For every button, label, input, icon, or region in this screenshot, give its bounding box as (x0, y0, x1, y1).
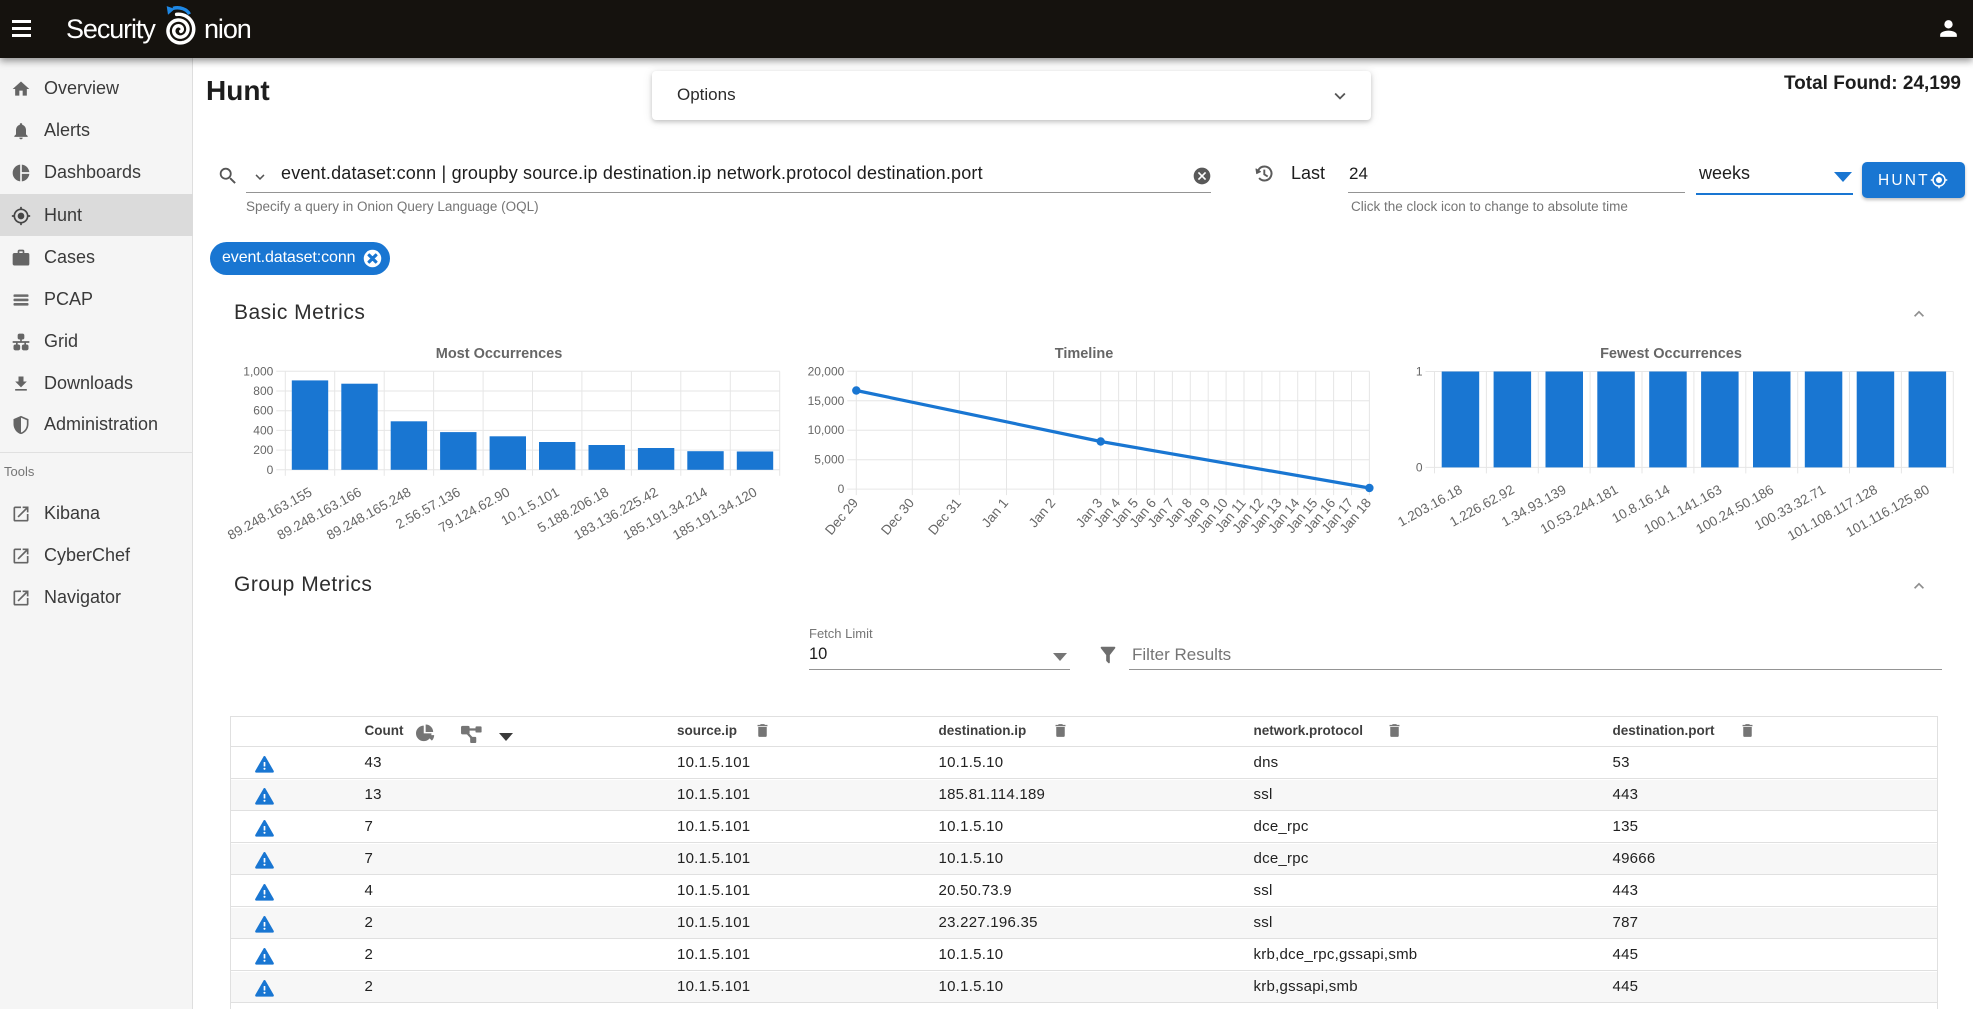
svg-text:101.108.117.128: 101.108.117.128 (1785, 482, 1880, 544)
svg-text:20,000: 20,000 (808, 364, 845, 378)
svg-text:Timeline: Timeline (1055, 346, 1114, 362)
svg-text:185.191.34.214: 185.191.34.214 (621, 484, 711, 543)
svg-text:10,000: 10,000 (808, 423, 845, 437)
svg-text:Dec 30: Dec 30 (878, 495, 917, 537)
svg-text:1,000: 1,000 (243, 364, 273, 378)
svg-text:0: 0 (267, 463, 274, 477)
svg-text:89.248.163.155: 89.248.163.155 (225, 484, 314, 543)
svg-text:5,000: 5,000 (814, 453, 844, 467)
svg-text:Most Occurrences: Most Occurrences (436, 346, 563, 362)
svg-text:1: 1 (1416, 365, 1423, 379)
svg-text:Jan 2: Jan 2 (1026, 495, 1059, 530)
svg-text:Jan 1: Jan 1 (979, 495, 1012, 530)
svg-text:183.136.225.42: 183.136.225.42 (571, 484, 660, 543)
svg-text:89.248.165.248: 89.248.165.248 (324, 484, 413, 543)
svg-text:185.191.34.120: 185.191.34.120 (670, 484, 759, 543)
svg-text:Dec 31: Dec 31 (925, 495, 964, 537)
svg-text:600: 600 (253, 404, 273, 418)
svg-text:0: 0 (1416, 460, 1423, 474)
svg-text:Security: Security (66, 14, 156, 44)
svg-text:15,000: 15,000 (808, 394, 845, 408)
svg-text:400: 400 (253, 423, 273, 437)
svg-text:nion: nion (204, 14, 251, 44)
svg-text:89.248.163.166: 89.248.163.166 (275, 484, 364, 543)
svg-text:800: 800 (253, 384, 273, 398)
svg-text:0: 0 (838, 482, 845, 496)
svg-text:Fewest Occurrences: Fewest Occurrences (1600, 346, 1742, 362)
svg-text:Dec 29: Dec 29 (822, 495, 861, 537)
svg-text:200: 200 (253, 443, 273, 457)
